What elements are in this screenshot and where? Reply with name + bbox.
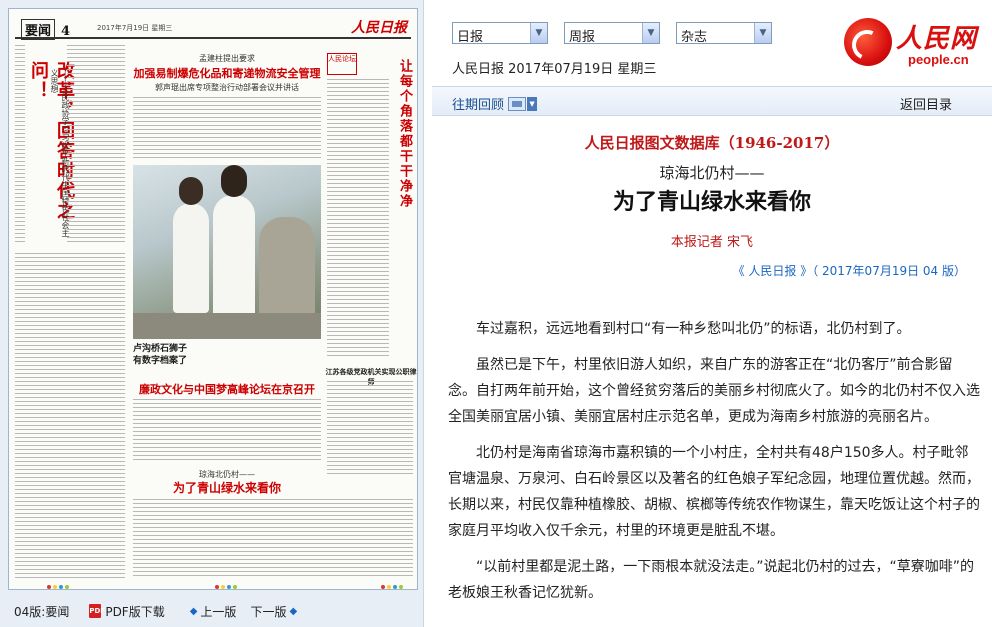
paper-text-block[interactable] (15, 253, 125, 579)
article-paragraph: 北仍村是海南省琼海市嘉积镇的一个小村庄，全村共有48户150多人。村子毗邻官塘温… (448, 445, 980, 539)
prev-page-label: 上一版 (200, 604, 237, 619)
article-body: 车过嘉积，远远地看到村口“有一种乡愁叫北仍”的标语，北仍村到了。 虽然已是下午，… (448, 316, 980, 616)
past-review-link[interactable]: 往期回顾 ▼ (452, 94, 538, 113)
dot (393, 585, 397, 589)
pdf-download-label: PDF版下载 (105, 604, 165, 619)
paper-right-vertical-title[interactable]: 让每个角落都干干净净 (395, 59, 414, 229)
paper-text-block[interactable] (327, 381, 413, 477)
paper-text-block (15, 45, 25, 245)
select-magazine[interactable]: 杂志 ▼ (676, 22, 772, 45)
article-pane: 日报 ▼ 周报 ▼ 杂志 ▼ 人民日报 2017年07月19日 星期三 人民网 … (432, 0, 992, 627)
paper-section-label: 要闻 4 (21, 19, 70, 40)
dot (233, 585, 237, 589)
issue-date: 人民日报 2017年07月19日 星期三 (452, 62, 657, 77)
photo-caption[interactable]: 卢沟桥石狮子 有数字档案了 (133, 343, 321, 371)
paper-photo[interactable] (133, 165, 321, 339)
dot (381, 585, 385, 589)
nav-bar: 往期回顾 ▼ 返回目录 (432, 86, 992, 116)
dot (221, 585, 225, 589)
paper-text-block[interactable] (133, 97, 321, 161)
next-page-link[interactable]: 下一版 ◆ (250, 603, 300, 620)
article-paragraph: 虽然已是下午，村里依旧游人如织，来自广东的游客正在“北仍客厅”前合影留念。自打两… (448, 357, 980, 425)
chevron-down-icon: ▼ (530, 23, 547, 43)
paper-headline-2[interactable]: 廉政文化与中国梦高峰论坛在京召开 (129, 381, 325, 397)
paper-text-block[interactable] (327, 79, 389, 359)
paper-headline-3[interactable]: 为了青山绿水来看你 (129, 479, 325, 496)
chevron-down-icon: ▼ (754, 23, 771, 43)
select-weekly-value: 周报 (569, 30, 596, 45)
paper-headline-sub: 郭声琨出席专项整治行动部署会议并讲话 (155, 83, 299, 92)
edition-label[interactable]: 04版:要闻 (14, 603, 69, 620)
paper-headline-main[interactable]: 加强易制爆危化品和寄递物流安全管理 (129, 65, 325, 81)
select-magazine-value: 杂志 (681, 30, 708, 45)
next-page-label: 下一版 (250, 604, 287, 619)
paper-headline-kicker: 孟建柱提出要求 (199, 54, 255, 63)
dot (47, 585, 51, 589)
photo-caption-line1: 卢沟桥石狮子 (133, 344, 188, 354)
dot (53, 585, 57, 589)
dot (387, 585, 391, 589)
pdf-icon: PDF (89, 604, 105, 618)
top-header: 日报 ▼ 周报 ▼ 杂志 ▼ 人民日报 2017年07月19日 星期三 人民网 … (432, 0, 992, 86)
paper-footer-dots (381, 585, 405, 589)
newspaper-page-image[interactable]: 要闻 4 2017年7月19日 星期三 人民日报 改革，回答时代之问！ ——人民政… (8, 8, 418, 590)
logo-cn-text: 人民网 (896, 24, 978, 54)
photo-caption-line2: 有数字档案了 (133, 356, 188, 366)
paper-footer-dots (47, 585, 71, 589)
arrow-right-icon: ◆ (289, 605, 298, 617)
article-byline: 本报记者 宋飞 (670, 235, 754, 250)
article-paragraph: “以前村里都是泥土路，一下雨根本就没法走。”说起北仍村的过去，“草寮咖啡”的老板… (448, 559, 975, 601)
article-pretitle: 琼海北仍村—— (659, 164, 765, 182)
select-weekly[interactable]: 周报 ▼ (564, 22, 660, 45)
paper-section-name: 要闻 (21, 19, 56, 40)
dot (59, 585, 63, 589)
chevron-down-icon[interactable]: ▼ (527, 96, 538, 111)
dot (215, 585, 219, 589)
paper-footer-dots (215, 585, 239, 589)
paper-text-block (67, 45, 125, 245)
past-review-label: 往期回顾 (452, 98, 505, 113)
dot (399, 585, 403, 589)
paper-text-block[interactable] (133, 399, 321, 461)
dot (65, 585, 69, 589)
article-paragraph: 车过嘉积，远远地看到村口“有一种乡愁叫北仍”的标语，北仍村到了。 (476, 321, 911, 337)
paper-text-block[interactable] (133, 499, 413, 579)
paper-column-logo: 人民论坛 (327, 53, 357, 75)
logo-en-text: people.cn (908, 52, 969, 67)
photo-person-left (173, 177, 209, 313)
database-title: 人民日报图文数据库（1946-2017） (584, 134, 840, 152)
paper-page-number: 4 (61, 24, 71, 39)
article-source: 《 人民日报 》（ 2017年07月19日 04 版） (732, 264, 966, 278)
back-to-contents-link[interactable]: 返回目录 (900, 94, 952, 113)
paper-date: 2017年7月19日 星期三 (97, 24, 173, 32)
edition-nav-bar: 04版:要闻 PDF PDF版下载 ◆ 上一版 下一版 ◆ (8, 598, 418, 624)
arrow-left-icon: ◆ (189, 605, 198, 617)
article-title: 为了青山绿水来看你 (612, 190, 811, 215)
chevron-down-icon: ▼ (642, 23, 659, 43)
pdf-download-link[interactable]: PDF PDF版下载 (89, 603, 165, 620)
photo-bridge (133, 313, 321, 339)
logo-emblem-icon (844, 18, 892, 66)
paper-masthead: 人民日报 (351, 20, 407, 36)
paper-header: 要闻 4 2017年7月19日 星期三 人民日报 (15, 15, 411, 40)
select-daily[interactable]: 日报 ▼ (452, 22, 548, 45)
calendar-icon[interactable] (508, 96, 527, 111)
dot (227, 585, 231, 589)
prev-page-link[interactable]: ◆ 上一版 (187, 603, 237, 620)
newspaper-pane: 要闻 4 2017年7月19日 星期三 人民日报 改革，回答时代之问！ ——人民政… (0, 0, 424, 627)
people-logo[interactable]: 人民网 people.cn (844, 16, 984, 72)
select-daily-value: 日报 (457, 30, 484, 45)
